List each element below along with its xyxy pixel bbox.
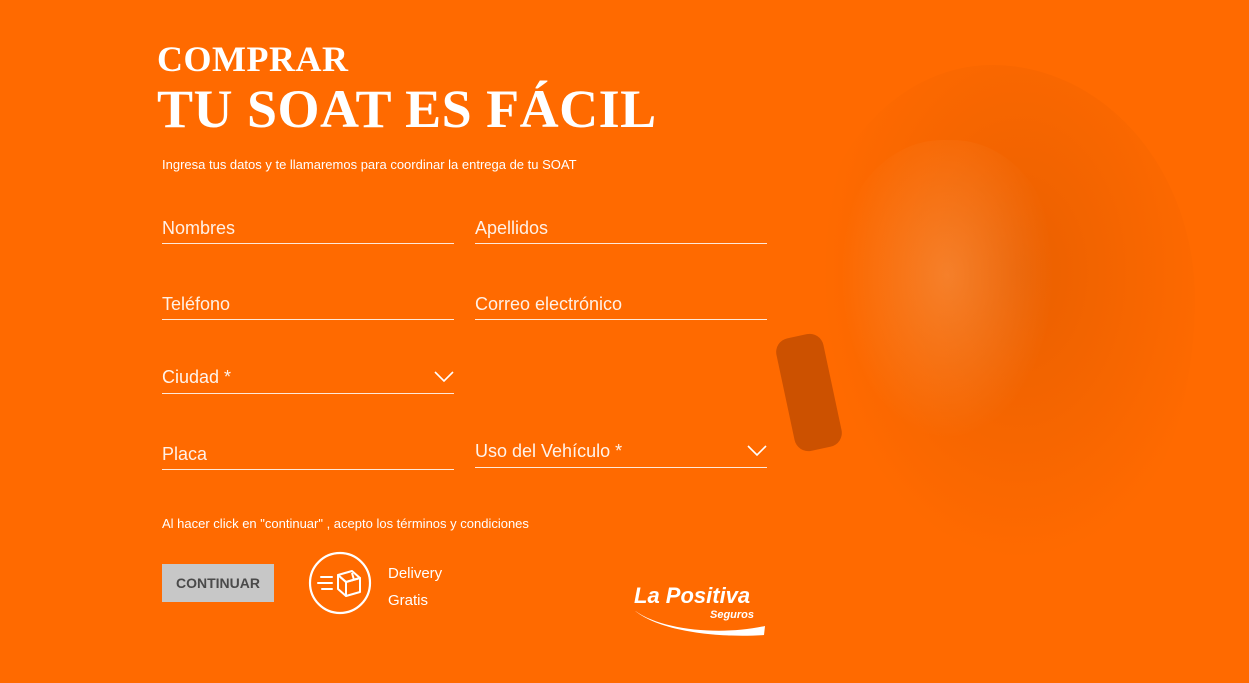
nombres-input[interactable] <box>162 213 454 243</box>
svg-text:La Positiva: La Positiva <box>634 583 750 608</box>
ciudad-select[interactable]: Ciudad * <box>162 363 454 394</box>
delivery-line2: Gratis <box>388 592 429 609</box>
apellidos-input[interactable] <box>475 213 767 243</box>
hero-title-line1: COMPRAR <box>157 39 349 79</box>
telefono-field <box>162 289 454 320</box>
chevron-down-icon <box>747 445 767 457</box>
placa-input[interactable] <box>162 439 454 469</box>
delivery-text: Delivery Gratis <box>388 560 442 614</box>
hero-subtitle: Ingresa tus datos y te llamaremos para c… <box>162 157 577 172</box>
uso-vehiculo-select[interactable]: Uso del Vehículo * <box>475 437 767 468</box>
hero-title-line2: TU SOAT ES FÁCIL <box>157 79 657 139</box>
delivery-box-icon <box>308 551 372 615</box>
correo-field <box>475 289 767 320</box>
telefono-input[interactable] <box>162 289 454 319</box>
correo-input[interactable] <box>475 289 767 319</box>
ciudad-select-label: Ciudad * <box>162 367 232 387</box>
chevron-down-icon <box>434 371 454 383</box>
la-positiva-logo: La Positiva Seguros <box>634 583 765 636</box>
svg-text:Seguros: Seguros <box>710 609 754 621</box>
terms-text: Al hacer click en "continuar" , acepto l… <box>162 516 529 531</box>
apellidos-field <box>475 213 767 244</box>
nombres-field <box>162 213 454 244</box>
delivery-line1: Delivery <box>388 565 443 582</box>
placa-field <box>162 439 454 470</box>
continue-button[interactable]: CONTINUAR <box>162 564 274 602</box>
uso-vehiculo-select-label: Uso del Vehículo * <box>475 441 623 461</box>
